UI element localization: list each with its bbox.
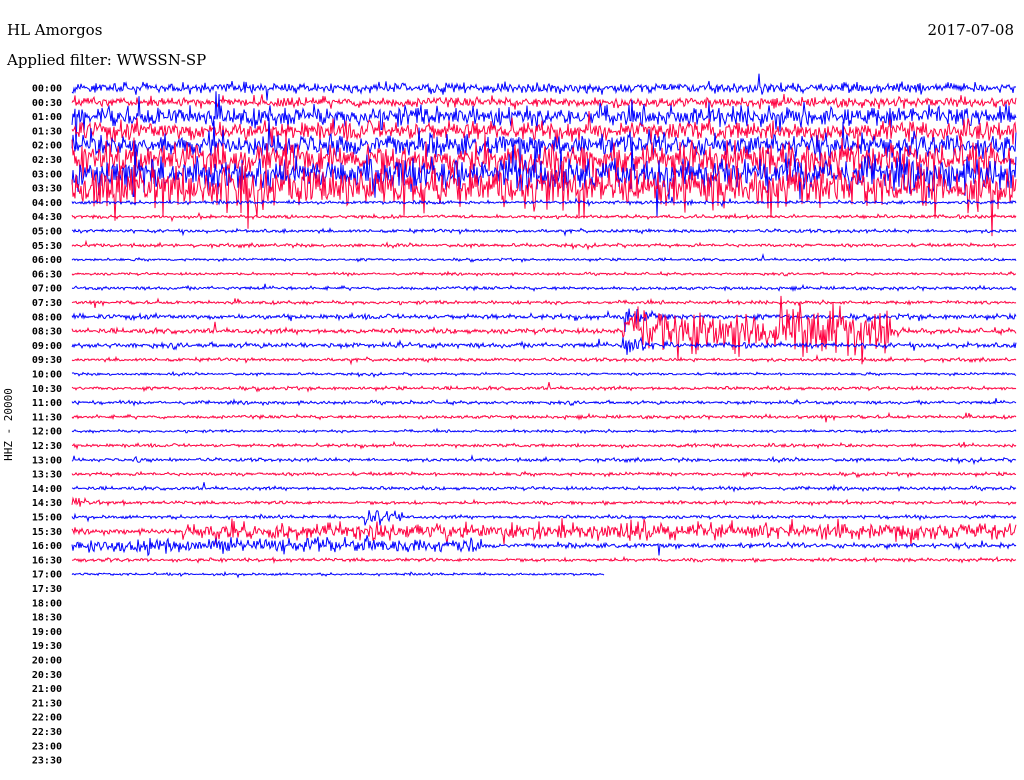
- trace-1300: [71, 454, 1017, 466]
- time-tick-label: 16:00: [32, 541, 62, 552]
- time-tick-label: 02:30: [32, 155, 62, 166]
- time-tick-label: 06:30: [32, 269, 62, 280]
- trace-0000: [71, 73, 1017, 101]
- trace-1200: [71, 427, 1017, 435]
- time-tick-label: 04:30: [32, 212, 62, 223]
- trace-1600: [71, 535, 1017, 557]
- time-tick-label: 21:30: [32, 698, 62, 709]
- time-tick-label: 09:30: [32, 355, 62, 366]
- time-tick-label: 06:00: [32, 255, 62, 266]
- time-tick-label: 13:00: [32, 455, 62, 466]
- time-tick-label: 23:30: [32, 756, 62, 767]
- trace-1230: [71, 440, 1017, 451]
- trace-1130: [71, 411, 1017, 423]
- trace-1030: [71, 381, 1017, 393]
- time-tick-label: 08:30: [32, 327, 62, 338]
- time-tick-label: 13:30: [32, 470, 62, 481]
- trace-0830: [71, 295, 1017, 365]
- time-tick-label: 08:00: [32, 312, 62, 323]
- time-tick-label: 02:00: [32, 141, 62, 152]
- trace-0530: [71, 239, 1017, 251]
- trace-1630: [71, 555, 1017, 564]
- time-tick-label: 10:30: [32, 384, 62, 395]
- time-tick-label: 20:00: [32, 656, 62, 667]
- time-tick-label: 15:30: [32, 527, 62, 538]
- seismogram-plot: 00:00 00:30 01:00 01:30 02:00 02:30 03:00 03:30…: [32, 73, 1017, 767]
- time-tick-label: 10:00: [32, 370, 62, 381]
- trace-0600: [71, 252, 1017, 263]
- trace-1000: [71, 370, 1017, 379]
- time-tick-label: 16:30: [32, 555, 62, 566]
- trace-1400: [71, 482, 1017, 493]
- time-tick-label: 17:30: [32, 584, 62, 595]
- time-tick-label: 19:00: [32, 627, 62, 638]
- trace-1700: [71, 570, 605, 579]
- time-tick-label: 03:00: [32, 169, 62, 180]
- trace-0930: [71, 354, 1017, 366]
- time-tick-label: 11:00: [32, 398, 62, 409]
- trace-1530: [71, 518, 1017, 546]
- time-tick-label: 18:30: [32, 613, 62, 624]
- time-tick-label: 03:30: [32, 184, 62, 195]
- time-tick-label: 04:00: [32, 198, 62, 209]
- time-tick-label: 18:00: [32, 598, 62, 609]
- trace-1330: [71, 470, 1017, 479]
- time-tick-label: 09:00: [32, 341, 62, 352]
- trace-0900: [71, 336, 1017, 355]
- time-tick-label: 05:00: [32, 227, 62, 238]
- trace-0300: [71, 136, 1017, 218]
- time-tick-label: 15:00: [32, 513, 62, 524]
- time-tick-label: 05:30: [32, 241, 62, 252]
- time-tick-label: 01:00: [32, 112, 62, 123]
- time-tick-label: 21:00: [32, 684, 62, 695]
- trace-0730: [71, 297, 1017, 308]
- trace-1500: [71, 509, 1017, 526]
- time-tick-label: 00:00: [32, 84, 62, 95]
- time-tick-label: 12:00: [32, 427, 62, 438]
- time-tick-label: 20:30: [32, 670, 62, 681]
- time-tick-label: 01:30: [32, 126, 62, 137]
- trace-0500: [71, 227, 1017, 237]
- time-tick-label: 11:30: [32, 412, 62, 423]
- time-tick-label: 12:30: [32, 441, 62, 452]
- trace-0030: [71, 93, 1017, 110]
- trace-0630: [71, 270, 1017, 278]
- time-tick-label: 14:30: [32, 498, 62, 509]
- time-tick-label: 00:30: [32, 98, 62, 109]
- time-tick-label: 07:30: [32, 298, 62, 309]
- helicorder: HL Amorgos 2017-07-08 Applied filter: WW…: [0, 0, 1024, 780]
- trace-0430: [71, 211, 1017, 223]
- time-tick-label: 07:00: [32, 284, 62, 295]
- time-tick-label: 23:00: [32, 741, 62, 752]
- trace-1430: [71, 496, 1017, 507]
- time-tick-label: 19:30: [32, 641, 62, 652]
- trace-1100: [71, 398, 1017, 407]
- time-tick-label: 17:00: [32, 570, 62, 581]
- time-tick-label: 14:00: [32, 484, 62, 495]
- trace-0700: [71, 283, 1017, 292]
- time-tick-label: 22:00: [32, 713, 62, 724]
- time-tick-label: 22:30: [32, 727, 62, 738]
